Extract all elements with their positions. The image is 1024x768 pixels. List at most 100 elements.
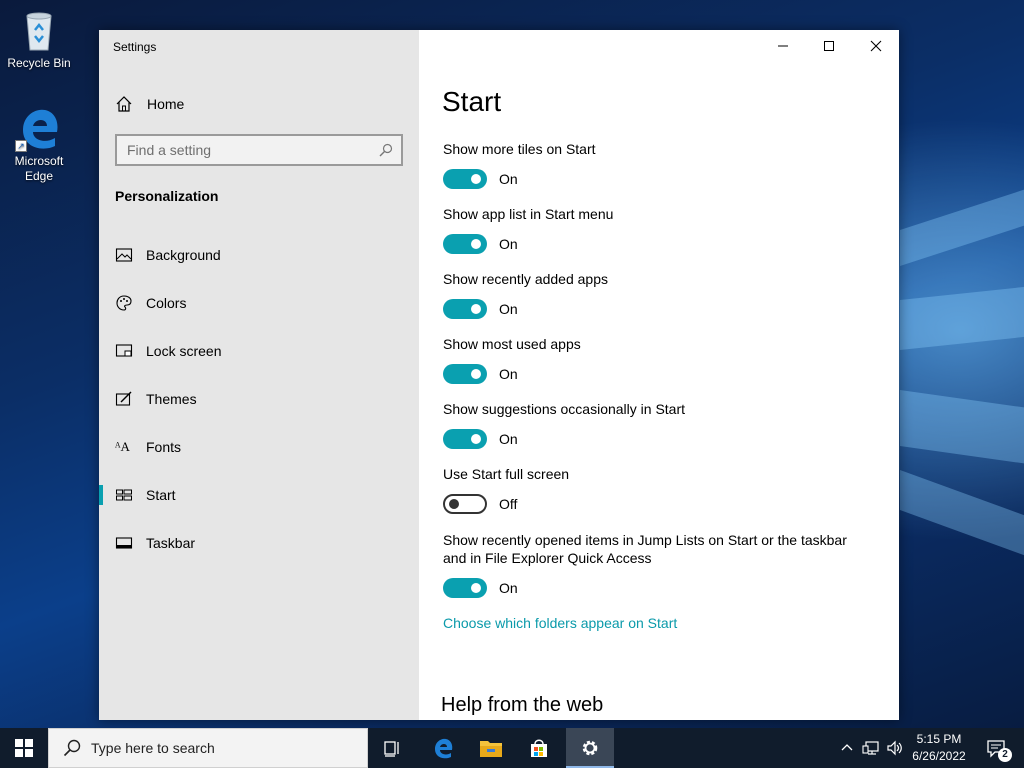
setting-full-screen: Use Start full screen Off [443,465,883,515]
nav-item-label: Background [146,247,221,263]
toggle-knob [471,583,481,593]
nav-item-label: Taskbar [146,535,196,551]
wallpaper-beam [900,171,1024,266]
fonts-icon: ᴬA [115,439,130,454]
help-section-title: Help from the web [441,694,604,716]
chevron-up-icon [841,744,853,751]
nav-item-background[interactable]: Background [99,237,419,273]
toggle-knob [471,304,481,314]
setting-most-used: Show most used apps On [443,335,883,385]
choose-folders-link[interactable]: Choose which folders appear on Start [443,615,677,631]
setting-label: Show recently added apps [443,271,608,287]
wallpaper-beam [900,390,1024,472]
taskbar-file-explorer[interactable] [467,728,515,768]
notification-count-badge: 2 [998,748,1012,762]
toggle-state: On [499,171,518,187]
lock-screen-icon [115,342,133,360]
desktop-microsoft-edge[interactable]: ↗ Microsoft Edge [1,104,77,184]
search-icon [63,739,81,757]
nav-item-lock-screen[interactable]: Lock screen [99,333,419,369]
setting-label: Show suggestions occasionally in Start [443,401,686,417]
nav-item-label: Start [146,487,176,503]
network-button[interactable] [860,728,882,768]
toggle-switch[interactable] [443,364,487,384]
nav-item-colors[interactable]: Colors [99,285,419,321]
taskbar-edge[interactable] [419,728,467,768]
taskbar-store[interactable] [515,728,563,768]
setting-suggestions: Show suggestions occasionally in Start O… [443,400,883,450]
nav-section-title: Personalization [115,188,219,204]
home-label: Home [147,96,185,112]
nav-item-taskbar[interactable]: Taskbar [99,525,419,561]
nav-item-label: Themes [146,391,197,407]
wallpaper-beam [900,281,1024,350]
toggle-state: On [499,301,518,317]
setting-app-list: Show app list in Start menu On [443,205,883,255]
toggle-state: On [499,580,518,596]
setting-label: Show more tiles on Start [443,141,596,157]
desktop-recycle-bin[interactable]: Recycle Bin [1,6,77,71]
toggle-state: On [499,366,518,382]
edge-icon: ↗ [15,104,63,152]
nav-item-label: Fonts [146,439,182,455]
clock[interactable]: 5:15 PM 6/26/2022 [906,731,972,765]
setting-label: Show app list in Start menu [443,206,614,222]
find-setting-input[interactable] [117,136,367,164]
network-icon [862,741,879,755]
setting-more-tiles: Show more tiles on Start On [443,140,883,190]
toggle-switch[interactable] [443,494,487,514]
toggle-switch[interactable] [443,299,487,319]
volume-icon [887,740,902,756]
shortcut-arrow-icon: ↗ [15,140,27,152]
file-explorer-icon [480,741,502,757]
windows-logo-icon [15,739,33,757]
taskbar-settings[interactable] [566,728,614,768]
find-setting-box[interactable] [115,134,403,166]
toggle-switch[interactable] [443,234,487,254]
toggle-knob [471,434,481,444]
toggle-switch[interactable] [443,578,487,598]
toggle-state: On [499,236,518,252]
settings-nav-pane: Settings Home Personalization Background [99,30,419,720]
action-center-button[interactable]: 2 [978,728,1014,768]
start-button[interactable] [0,728,48,768]
setting-label: Use Start full screen [443,466,570,482]
setting-jump-lists: Show recently opened items in Jump Lists… [443,531,853,599]
store-icon [531,739,547,757]
nav-item-themes[interactable]: Themes [99,381,419,417]
nav-item-label: Colors [146,295,187,311]
task-view-icon [384,741,399,757]
taskbar-icon [115,534,133,552]
search-icon[interactable] [379,143,393,157]
toggle-knob [471,369,481,379]
toggle-switch[interactable] [443,169,487,189]
toggle-knob [471,239,481,249]
taskbar-search-box[interactable]: Type here to search [48,728,368,768]
desktop-icon-label: Microsoft Edge [14,154,64,183]
setting-recently-added: Show recently added apps On [443,270,883,320]
toggle-switch[interactable] [443,429,487,449]
nav-home[interactable]: Home [115,94,184,114]
show-hidden-icons-button[interactable] [838,728,856,768]
setting-label: Show most used apps [443,336,581,352]
toggle-knob [449,499,459,509]
taskbar-search-placeholder: Type here to search [91,740,215,756]
clock-time: 5:15 PM [916,732,962,746]
settings-window: Settings Home Personalization Background [99,30,899,720]
wallpaper-beam [900,470,1024,576]
settings-gear-icon [582,740,598,756]
task-view-button[interactable] [368,728,416,768]
background-icon [115,246,133,264]
toggle-state: On [499,431,518,447]
nav-item-start[interactable]: Start [99,477,419,513]
volume-button[interactable] [884,728,906,768]
home-icon [115,95,133,113]
nav-item-fonts[interactable]: ᴬA Fonts [99,429,419,465]
start-icon [115,486,133,504]
window-title: Settings [113,40,157,54]
clock-date: 6/26/2022 [912,749,966,763]
taskbar: Type here to search 5:15 PM 6/26/2022 2 [0,728,1024,768]
toggle-state: Off [499,496,518,512]
toggle-knob [471,174,481,184]
recycle-bin-icon [15,6,63,54]
